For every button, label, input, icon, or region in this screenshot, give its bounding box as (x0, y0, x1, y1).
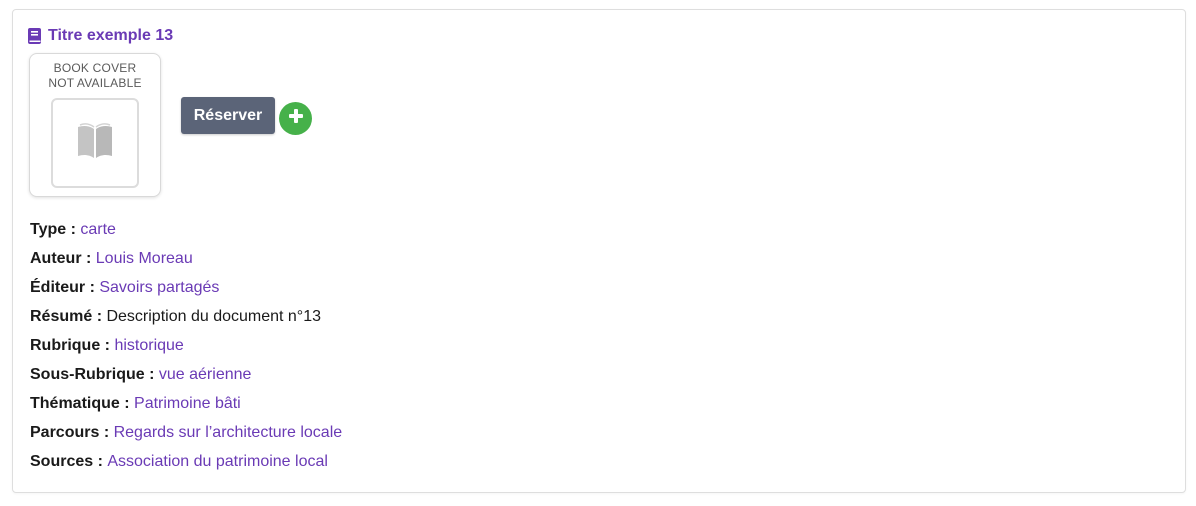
field-value-link[interactable]: carte (80, 221, 116, 238)
field-label: Sous-Rubrique : (30, 366, 159, 383)
field-label: Type : (30, 221, 81, 238)
book-cover-placeholder: BOOK COVER NOT AVAILABLE (29, 53, 161, 197)
field-value-link[interactable]: Louis Moreau (96, 250, 193, 267)
field-value-link[interactable]: Regards sur l’architecture locale (114, 424, 343, 441)
cover-text-line1: BOOK COVER (53, 61, 137, 75)
field-label: Auteur : (30, 250, 96, 267)
field-value-link[interactable]: Association du patrimoine local (107, 453, 328, 470)
field-label: Rubrique : (30, 337, 115, 354)
field-value-text: Description du document n°13 (106, 308, 321, 325)
field-editeur: Éditeur : Savoirs partagés (30, 273, 342, 302)
record-details: Type : carte Auteur : Louis Moreau Édite… (30, 215, 342, 476)
field-value-link[interactable]: vue aérienne (159, 366, 252, 383)
record-card: Titre exemple 13 BOOK COVER NOT AVAILABL… (12, 9, 1186, 493)
field-label: Éditeur : (30, 279, 100, 296)
field-value-link[interactable]: Patrimoine bâti (134, 395, 241, 412)
field-value-link[interactable]: Savoirs partagés (99, 279, 219, 296)
record-title-row[interactable]: Titre exemple 13 (28, 26, 173, 46)
add-button[interactable] (279, 102, 312, 135)
cover-text-line2: NOT AVAILABLE (48, 76, 142, 90)
cover-image-frame (51, 98, 139, 188)
field-label: Sources : (30, 453, 108, 470)
cover-unavailable-text: BOOK COVER NOT AVAILABLE (30, 61, 160, 91)
field-sous-rubrique: Sous-Rubrique : vue aérienne (30, 360, 342, 389)
field-label: Parcours : (30, 424, 114, 441)
field-resume: Résumé : Description du document n°13 (30, 302, 342, 331)
field-parcours: Parcours : Regards sur l’architecture lo… (30, 418, 342, 447)
field-value-link[interactable]: historique (114, 337, 183, 354)
field-sources: Sources : Association du patrimoine loca… (30, 447, 342, 476)
field-auteur: Auteur : Louis Moreau (30, 244, 342, 273)
field-rubrique: Rubrique : historique (30, 331, 342, 360)
field-type: Type : carte (30, 215, 342, 244)
field-thematique: Thématique : Patrimoine bâti (30, 389, 342, 418)
open-book-icon (75, 121, 115, 166)
plus-icon (287, 107, 305, 130)
field-label: Résumé : (30, 308, 107, 325)
record-title[interactable]: Titre exemple 13 (48, 26, 173, 46)
field-label: Thématique : (30, 395, 135, 412)
reserve-button[interactable]: Réserver (181, 97, 275, 134)
book-icon (28, 28, 42, 44)
